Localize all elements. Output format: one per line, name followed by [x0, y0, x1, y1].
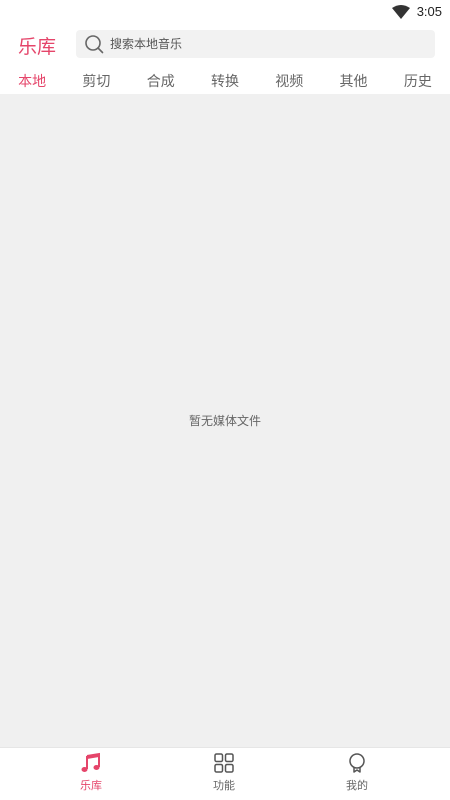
- app-header: 乐库: [0, 24, 450, 66]
- search-icon: [85, 35, 104, 54]
- nav-item-library[interactable]: 乐库: [56, 752, 126, 793]
- status-time: 3:05: [416, 4, 442, 19]
- status-bar: 3:05: [0, 0, 450, 24]
- search-input[interactable]: [110, 30, 420, 58]
- app-title: 乐库: [18, 36, 57, 58]
- nav-label-functions: 功能: [213, 779, 235, 792]
- grid-icon: [214, 753, 234, 773]
- tab-merge[interactable]: 合成: [133, 66, 189, 94]
- music-note-icon: [81, 752, 100, 772]
- nav-item-mine[interactable]: 我的: [322, 752, 392, 793]
- tab-other[interactable]: 其他: [326, 66, 382, 94]
- category-tabs: 本地 剪切 合成 转换 视频 其他 历史: [0, 66, 450, 94]
- profile-icon: [349, 753, 365, 773]
- tab-convert[interactable]: 转换: [197, 66, 253, 94]
- media-list-area: 暂无媒体文件: [0, 94, 450, 747]
- nav-label-library: 乐库: [80, 779, 102, 792]
- nav-label-mine: 我的: [346, 779, 368, 792]
- tab-video[interactable]: 视频: [261, 66, 317, 94]
- tab-history[interactable]: 历史: [390, 66, 446, 94]
- empty-state-message: 暂无媒体文件: [188, 414, 261, 428]
- tab-local[interactable]: 本地: [4, 66, 60, 94]
- tab-cut[interactable]: 剪切: [68, 66, 124, 94]
- nav-item-functions[interactable]: 功能: [189, 752, 259, 793]
- wifi-icon: [392, 5, 410, 19]
- bottom-navigation: 乐库 功能 我的: [0, 747, 450, 800]
- search-box[interactable]: [76, 30, 435, 58]
